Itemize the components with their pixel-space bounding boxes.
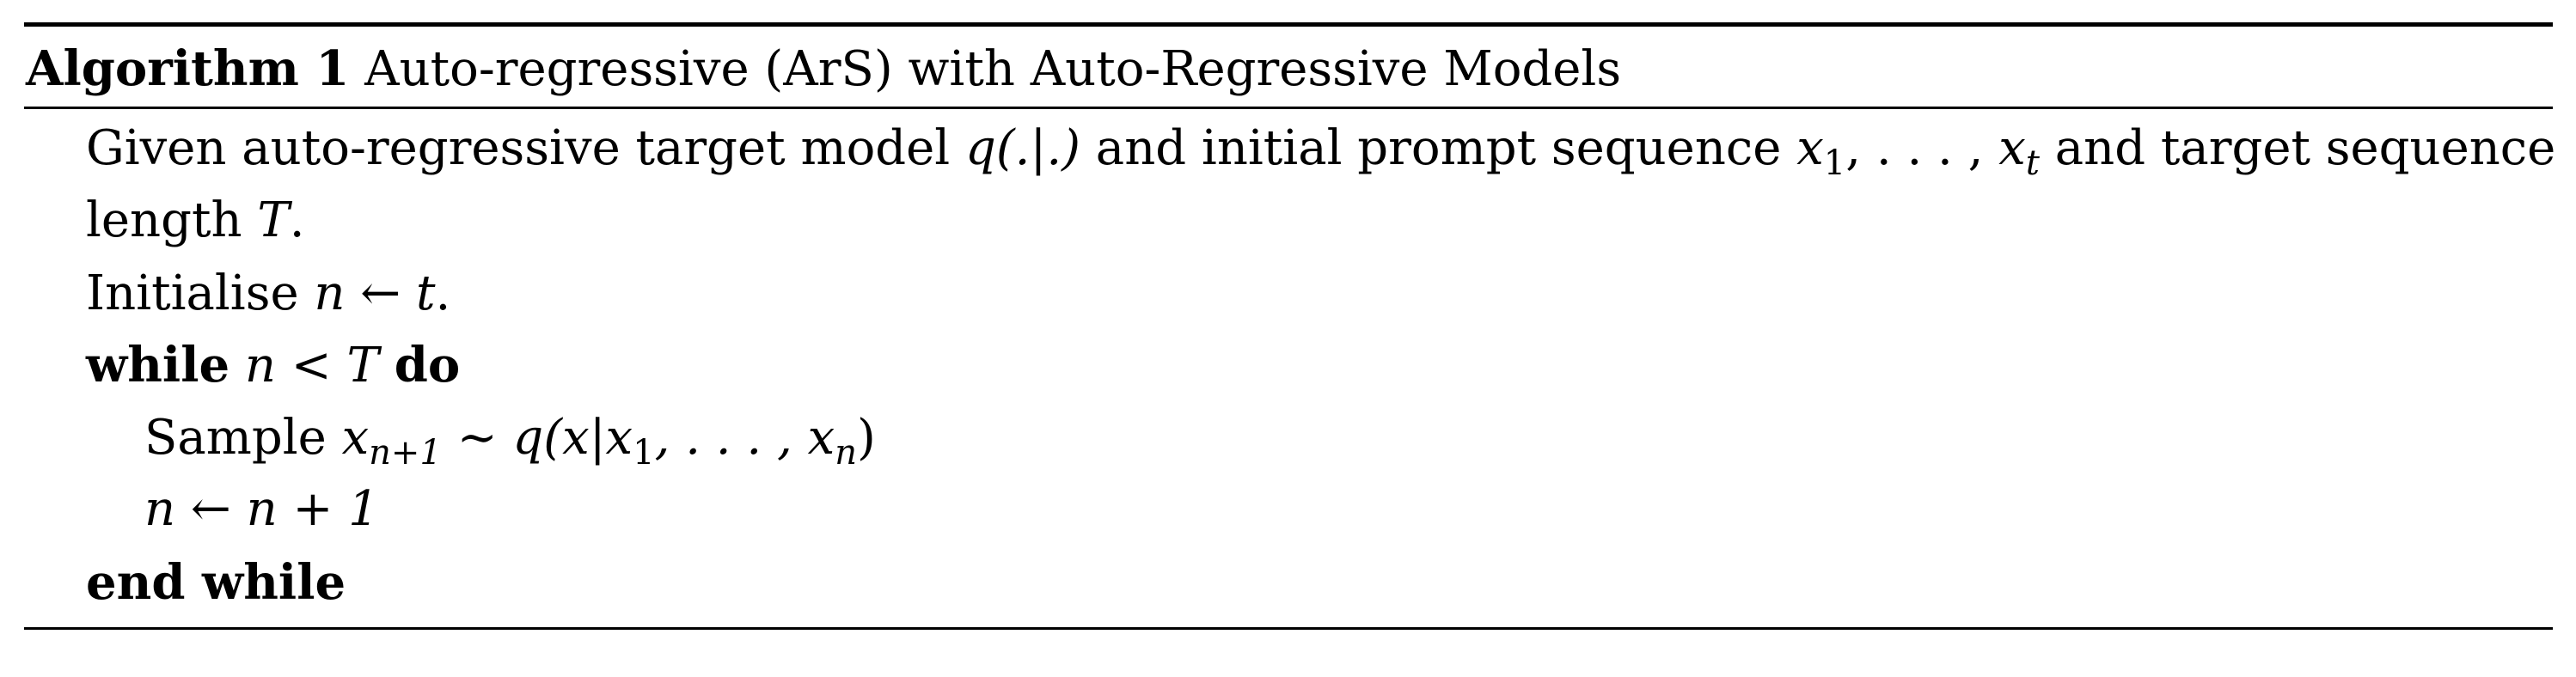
math-x: x	[1998, 120, 2026, 176]
algorithm-label: Algorithm 1	[26, 40, 350, 97]
line-text: .	[289, 192, 305, 248]
math-target-model: q(.|.)	[964, 120, 1080, 176]
math-subscript: n	[835, 433, 857, 473]
algorithm-title: Auto-regressive (ArS) with Auto-Regressi…	[364, 41, 1622, 97]
line-text: .	[435, 265, 451, 321]
line-text: Initialise	[86, 265, 315, 321]
math-increment: n ← n + 1	[144, 481, 379, 537]
math-x: x	[1796, 120, 1824, 176]
math-subscript: 1	[633, 433, 655, 473]
math-subscript: 1	[1823, 143, 1846, 183]
algorithm-caption: Algorithm 1 Auto-regressive (ArS) with A…	[26, 38, 1621, 101]
math-close-paren: )	[856, 410, 876, 466]
algorithm-line-end-while: end while	[86, 552, 346, 614]
keyword-do: do	[394, 337, 461, 393]
caption-rule	[24, 107, 2553, 109]
algorithm-line-length: length T.	[86, 190, 305, 252]
algorithm-line-while: while n < T do	[86, 334, 460, 397]
algorithm-line-given: Given auto-regressive target model q(.|.…	[86, 118, 2555, 180]
math-distribution: ∼ q(x|x	[441, 410, 633, 466]
algorithm-block: Algorithm 1 Auto-regressive (ArS) with A…	[24, 22, 2555, 632]
line-text: Given auto-regressive target model	[86, 120, 965, 176]
math-x: x	[341, 410, 370, 466]
math-subscript: n+1	[369, 433, 442, 473]
math-ellipsis: , . . . ,	[1845, 120, 1999, 176]
top-rule	[24, 22, 2553, 27]
bottom-rule	[24, 627, 2553, 630]
line-text: length	[86, 192, 258, 248]
algorithm-line-initialise: Initialise n ← t.	[86, 263, 450, 325]
line-text: Sample	[144, 410, 342, 466]
math-subscript: t	[2025, 143, 2040, 183]
math-assignment: n ← t	[314, 265, 436, 321]
math-ellipsis: , . . . , x	[654, 410, 835, 466]
math-condition: n < T	[244, 338, 379, 393]
line-text: and initial prompt sequence	[1080, 120, 1797, 176]
line-text: and target sequence	[2039, 120, 2556, 176]
math-T: T	[257, 192, 290, 248]
keyword-while: while	[86, 337, 230, 393]
algorithm-line-sample: Sample xn+1 ∼ q(x|x1, . . . , xn)	[144, 407, 876, 470]
keyword-end-while: end while	[86, 554, 346, 611]
algorithm-line-increment: n ← n + 1	[144, 479, 379, 540]
